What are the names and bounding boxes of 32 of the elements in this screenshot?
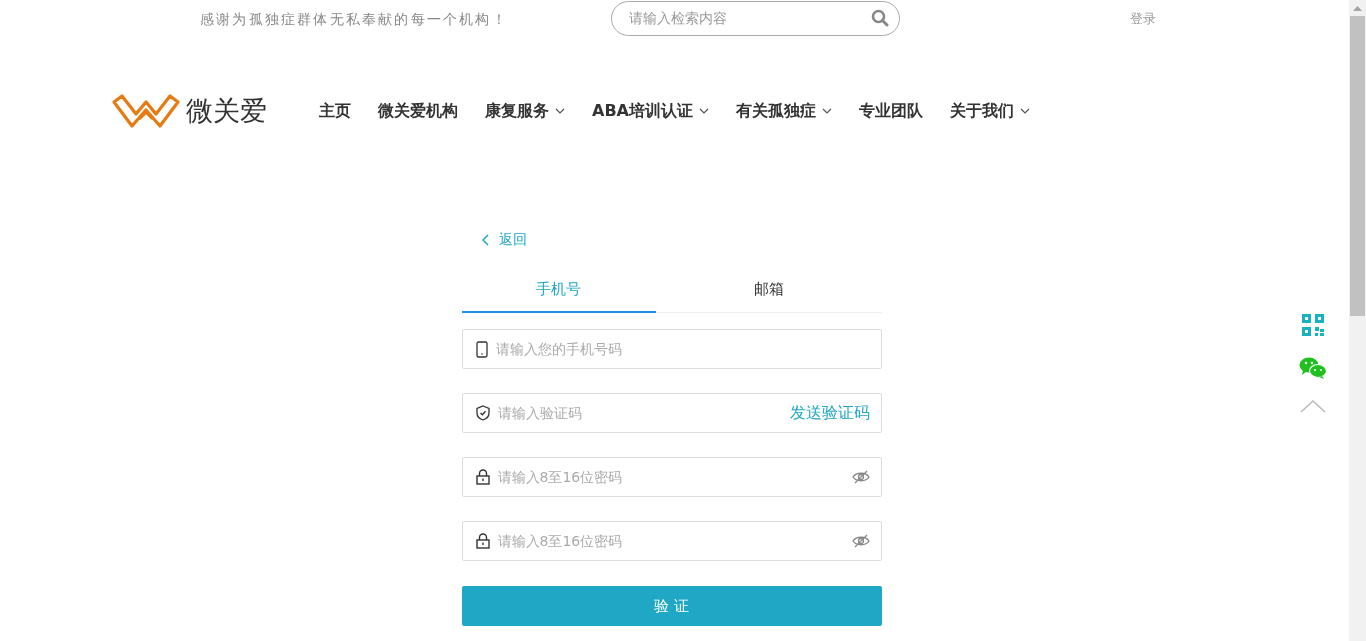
chevron-down-icon (821, 108, 832, 114)
logo-icon[interactable] (110, 92, 182, 130)
phone-icon (475, 340, 488, 358)
tab[interactable]: 邮箱 (655, 267, 882, 313)
nav-item[interactable]: 有关孤独症 (735, 100, 832, 122)
chevron-down-icon (698, 108, 709, 114)
nav-item[interactable]: 微关爱机构 (378, 100, 458, 122)
scrollbar[interactable] (1349, 0, 1366, 641)
input-field[interactable]: 请输入8至16位密码 (461, 457, 882, 497)
lock-icon (475, 469, 490, 485)
chevron-left-icon (480, 234, 489, 246)
chat-bubbles-icon[interactable] (1299, 357, 1327, 379)
eye-slash-icon[interactable] (851, 534, 870, 548)
eye-slash-icon[interactable] (851, 470, 870, 484)
nav-item[interactable]: ABA培训认证 (592, 100, 709, 122)
logo-text: 微关爱 (186, 94, 267, 128)
nav-item[interactable]: 主页 (319, 100, 351, 122)
nav-item[interactable]: 关于我们 (949, 100, 1030, 122)
scroll-up-icon[interactable] (1353, 6, 1362, 11)
scrollbar-thumb[interactable] (1350, 16, 1365, 316)
slogan-text: 感谢为孤独症群体无私奉献的每一个机构！ (200, 11, 508, 29)
nav-item[interactable]: 康复服务 (485, 100, 565, 122)
input-field[interactable]: 请输入8至16位密码 (461, 521, 882, 561)
chevron-down-icon (555, 108, 565, 114)
chevron-down-icon (1019, 108, 1030, 114)
back-to-top-icon[interactable] (1300, 399, 1326, 413)
search-icon[interactable] (870, 9, 889, 27)
lock-icon (475, 533, 490, 549)
qr-code-icon[interactable] (1301, 313, 1325, 337)
shield-check-icon (475, 405, 490, 421)
nav-item[interactable]: 专业团队 (858, 100, 923, 122)
input-field[interactable]: 请输入您的手机号码 (461, 329, 882, 369)
